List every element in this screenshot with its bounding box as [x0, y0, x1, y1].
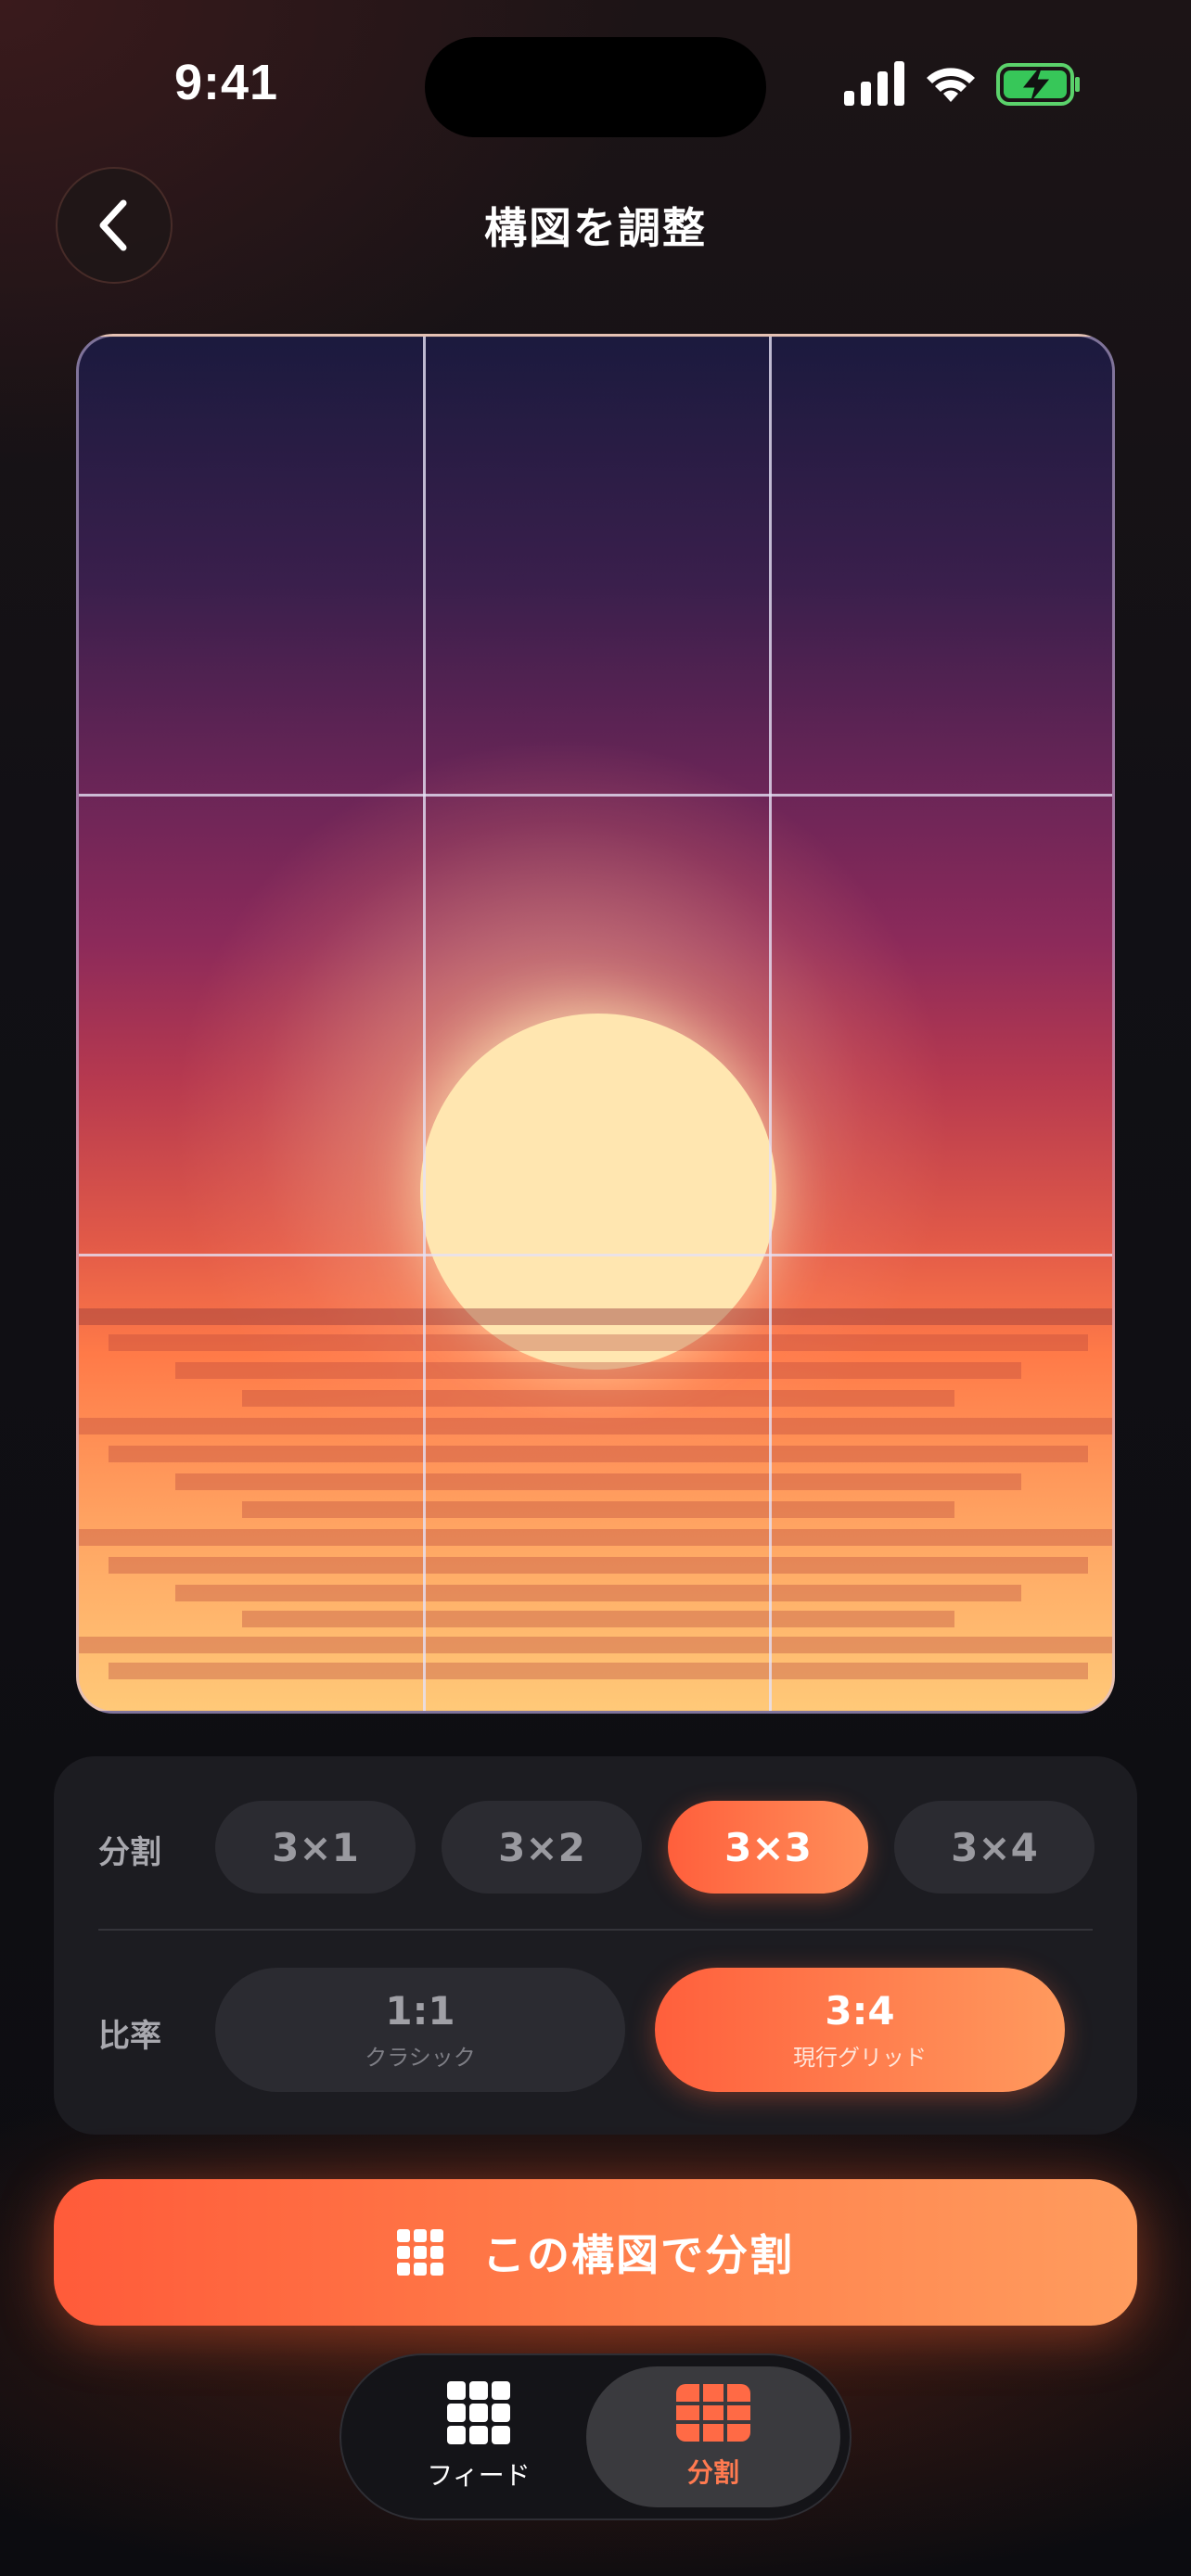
- status-time: 9:41: [174, 55, 279, 110]
- tab-split[interactable]: 分割: [586, 2366, 840, 2507]
- sea-stripe: [242, 1390, 954, 1407]
- cellular-signal-icon: [844, 61, 904, 106]
- ratio-value: 3:4: [825, 1988, 895, 2034]
- grid-line-vertical: [423, 337, 426, 1711]
- dynamic-island: [425, 37, 766, 137]
- ratio-caption: クラシック: [365, 2045, 476, 2071]
- tab-feed[interactable]: フィード: [367, 2366, 590, 2507]
- tab-bar: フィード 分割: [339, 2353, 852, 2520]
- ratio-option-1-1[interactable]: 1:1 クラシック: [215, 1968, 625, 2092]
- sea-stripe: [79, 1418, 1112, 1435]
- grid-line-horizontal: [79, 794, 1112, 797]
- sea-stripe: [109, 1334, 1088, 1351]
- sea-stripe: [79, 1308, 1112, 1325]
- controls-panel: 分割 3×1 3×2 3×3 3×4 比率 1:1 クラシック 3:4 現行グリ…: [54, 1756, 1137, 2135]
- sea-stripe: [109, 1557, 1088, 1574]
- grid-icon: [397, 2229, 443, 2276]
- split-option-3x4[interactable]: 3×4: [894, 1801, 1095, 1894]
- sea-stripe: [242, 1501, 954, 1518]
- split-grid-icon: [676, 2384, 750, 2442]
- split-option-3x2[interactable]: 3×2: [442, 1801, 642, 1894]
- sea-stripe: [175, 1362, 1021, 1379]
- feed-grid-icon: [447, 2381, 510, 2444]
- split-option-3x1[interactable]: 3×1: [215, 1801, 416, 1894]
- sea-stripe: [79, 1637, 1112, 1653]
- cta-label: この構図で分割: [482, 2230, 794, 2280]
- sea-stripe: [109, 1663, 1088, 1679]
- sea-stripe: [79, 1529, 1112, 1546]
- wifi-icon: [927, 68, 975, 102]
- ratio-value: 1:1: [385, 1988, 455, 2034]
- ratio-row-label: 比率: [98, 2018, 161, 2055]
- grid-line-horizontal: [79, 1254, 1112, 1256]
- image-preview[interactable]: [76, 334, 1115, 1714]
- ratio-caption: 現行グリッド: [793, 2045, 927, 2071]
- battery-charging-icon: [996, 63, 1080, 106]
- status-bar: 9:41: [0, 0, 1191, 176]
- divider: [98, 1929, 1093, 1931]
- split-with-composition-button[interactable]: この構図で分割: [54, 2179, 1137, 2326]
- tab-split-label: 分割: [686, 2457, 739, 2488]
- sea-stripe: [175, 1585, 1021, 1601]
- grid-line-vertical: [769, 337, 772, 1711]
- page-title: 構図を調整: [484, 203, 707, 253]
- split-row-label: 分割: [98, 1834, 161, 1871]
- ratio-option-3-4[interactable]: 3:4 現行グリッド: [655, 1968, 1065, 2092]
- sea-stripe: [109, 1446, 1088, 1462]
- sea-stripe: [175, 1473, 1021, 1490]
- tab-feed-label: フィード: [427, 2460, 531, 2491]
- split-option-3x3[interactable]: 3×3: [668, 1801, 868, 1894]
- sea-stripe: [242, 1611, 954, 1627]
